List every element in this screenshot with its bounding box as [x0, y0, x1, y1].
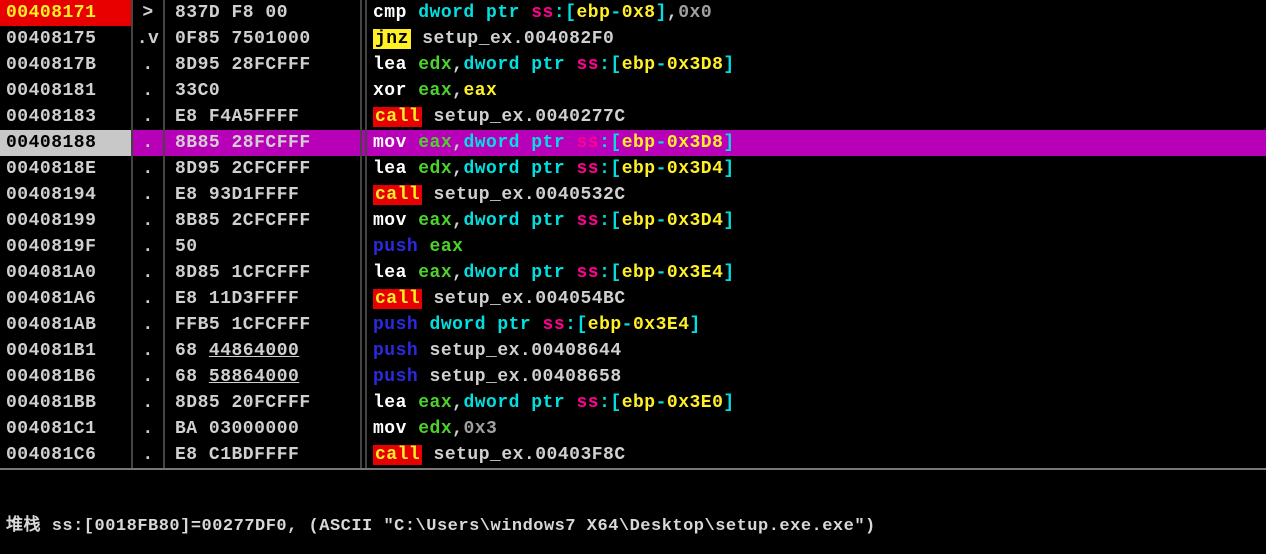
address-cell[interactable]: 00408194 — [0, 182, 133, 208]
bytes-cell[interactable]: 68 58864000 — [165, 364, 362, 390]
asm-cell[interactable]: push eax — [367, 234, 1266, 260]
asm-cell[interactable]: lea eax,dword ptr ss:[ebp-0x3E4] — [367, 260, 1266, 286]
address-cell[interactable]: 004081B6 — [0, 364, 133, 390]
disasm-row[interactable]: 00408199.8B85 2CFCFFFmov eax,dword ptr s… — [0, 208, 1266, 234]
asm-cell[interactable]: push setup_ex.00408658 — [367, 364, 1266, 390]
disasm-row[interactable]: 00408183.E8 F4A5FFFFcall setup_ex.004027… — [0, 104, 1266, 130]
asm-cell[interactable]: call setup_ex.0040532C — [367, 182, 1266, 208]
asm-cell[interactable]: lea eax,dword ptr ss:[ebp-0x3E0] — [367, 390, 1266, 416]
asm-cell[interactable]: lea edx,dword ptr ss:[ebp-0x3D4] — [367, 156, 1266, 182]
marker-cell: . — [133, 130, 165, 156]
asm-cell[interactable]: lea edx,dword ptr ss:[ebp-0x3D8] — [367, 52, 1266, 78]
disasm-row[interactable]: 00408175.v0F85 7501000jnz setup_ex.00408… — [0, 26, 1266, 52]
marker-cell: . — [133, 208, 165, 234]
marker-cell: . — [133, 104, 165, 130]
address-cell[interactable]: 00408183 — [0, 104, 133, 130]
address-cell[interactable]: 0040819F — [0, 234, 133, 260]
asm-cell[interactable]: call setup_ex.004054BC — [367, 286, 1266, 312]
disasm-row[interactable]: 0040819F.50push eax — [0, 234, 1266, 260]
marker-cell: . — [133, 442, 165, 468]
address-cell[interactable]: 00408199 — [0, 208, 133, 234]
asm-cell[interactable]: mov edx,0x3 — [367, 416, 1266, 442]
marker-cell: . — [133, 78, 165, 104]
asm-cell[interactable]: mov eax,dword ptr ss:[ebp-0x3D4] — [367, 208, 1266, 234]
bytes-cell[interactable]: 0F85 7501000 — [165, 26, 362, 52]
disasm-row[interactable]: 00408171>837D F8 00cmp dword ptr ss:[ebp… — [0, 0, 1266, 26]
bytes-cell[interactable]: 8D95 2CFCFFF — [165, 156, 362, 182]
bytes-cell[interactable]: E8 11D3FFFF — [165, 286, 362, 312]
address-cell[interactable]: 004081AB — [0, 312, 133, 338]
bytes-cell[interactable]: 68 44864000 — [165, 338, 362, 364]
marker-cell: > — [133, 0, 165, 26]
disasm-row[interactable]: 004081AB.FFB5 1CFCFFFpush dword ptr ss:[… — [0, 312, 1266, 338]
address-cell[interactable]: 00408175 — [0, 26, 133, 52]
disasm-row[interactable]: 0040818E.8D95 2CFCFFFlea edx,dword ptr s… — [0, 156, 1266, 182]
marker-cell: . — [133, 260, 165, 286]
address-cell[interactable]: 004081A0 — [0, 260, 133, 286]
bytes-cell[interactable]: 33C0 — [165, 78, 362, 104]
marker-cell: . — [133, 364, 165, 390]
address-cell[interactable]: 0040817B — [0, 52, 133, 78]
asm-cell[interactable]: call setup_ex.0040277C — [367, 104, 1266, 130]
asm-cell[interactable]: push dword ptr ss:[ebp-0x3E4] — [367, 312, 1266, 338]
marker-cell: . — [133, 52, 165, 78]
address-cell[interactable]: 004081C1 — [0, 416, 133, 442]
address-cell[interactable]: 004081A6 — [0, 286, 133, 312]
address-cell[interactable]: 00408181 — [0, 78, 133, 104]
marker-cell: .v — [133, 26, 165, 52]
disassembly-pane[interactable]: 00408171>837D F8 00cmp dword ptr ss:[ebp… — [0, 0, 1266, 468]
bytes-cell[interactable]: 50 — [165, 234, 362, 260]
marker-cell: . — [133, 234, 165, 260]
bytes-cell[interactable]: 8D85 20FCFFF — [165, 390, 362, 416]
bytes-cell[interactable]: 8B85 2CFCFFF — [165, 208, 362, 234]
disasm-row[interactable]: 004081C6.E8 C1BDFFFFcall setup_ex.00403F… — [0, 442, 1266, 468]
address-cell[interactable]: 004081B1 — [0, 338, 133, 364]
disasm-row[interactable]: 004081A0.8D85 1CFCFFFlea eax,dword ptr s… — [0, 260, 1266, 286]
bytes-cell[interactable]: 837D F8 00 — [165, 0, 362, 26]
disasm-row[interactable]: 0040817B.8D95 28FCFFFlea edx,dword ptr s… — [0, 52, 1266, 78]
address-cell[interactable]: 00408171 — [0, 0, 133, 26]
disasm-row[interactable]: 00408194.E8 93D1FFFFcall setup_ex.004053… — [0, 182, 1266, 208]
disasm-row[interactable]: 004081A6.E8 11D3FFFFcall setup_ex.004054… — [0, 286, 1266, 312]
status-line-1: 堆栈 ss:[0018FB80]=00277DF0, (ASCII "C:\Us… — [6, 516, 1260, 538]
asm-cell[interactable]: cmp dword ptr ss:[ebp-0x8],0x0 — [367, 0, 1266, 26]
bytes-cell[interactable]: E8 C1BDFFFF — [165, 442, 362, 468]
disasm-row[interactable]: 00408188.8B85 28FCFFFmov eax,dword ptr s… — [0, 130, 1266, 156]
asm-cell[interactable]: push setup_ex.00408644 — [367, 338, 1266, 364]
marker-cell: . — [133, 182, 165, 208]
disasm-row[interactable]: 004081B6.68 58864000push setup_ex.004086… — [0, 364, 1266, 390]
disasm-row[interactable]: 004081B1.68 44864000push setup_ex.004086… — [0, 338, 1266, 364]
bytes-cell[interactable]: E8 F4A5FFFF — [165, 104, 362, 130]
disasm-row[interactable]: 00408181.33C0xor eax,eax — [0, 78, 1266, 104]
marker-cell: . — [133, 312, 165, 338]
bytes-cell[interactable]: BA 03000000 — [165, 416, 362, 442]
address-cell[interactable]: 004081BB — [0, 390, 133, 416]
marker-cell: . — [133, 416, 165, 442]
disasm-row[interactable]: 004081C1.BA 03000000mov edx,0x3 — [0, 416, 1266, 442]
asm-cell[interactable]: xor eax,eax — [367, 78, 1266, 104]
status-pane: 堆栈 ss:[0018FB80]=00277DF0, (ASCII "C:\Us… — [0, 468, 1266, 554]
address-cell[interactable]: 0040818E — [0, 156, 133, 182]
marker-cell: . — [133, 338, 165, 364]
address-cell[interactable]: 00408188 — [0, 130, 133, 156]
asm-cell[interactable]: mov eax,dword ptr ss:[ebp-0x3D8] — [367, 130, 1266, 156]
marker-cell: . — [133, 286, 165, 312]
bytes-cell[interactable]: E8 93D1FFFF — [165, 182, 362, 208]
disasm-row[interactable]: 004081BB.8D85 20FCFFFlea eax,dword ptr s… — [0, 390, 1266, 416]
asm-cell[interactable]: call setup_ex.00403F8C — [367, 442, 1266, 468]
marker-cell: . — [133, 156, 165, 182]
marker-cell: . — [133, 390, 165, 416]
bytes-cell[interactable]: 8B85 28FCFFF — [165, 130, 362, 156]
asm-cell[interactable]: jnz setup_ex.004082F0 — [367, 26, 1266, 52]
bytes-cell[interactable]: FFB5 1CFCFFF — [165, 312, 362, 338]
bytes-cell[interactable]: 8D85 1CFCFFF — [165, 260, 362, 286]
bytes-cell[interactable]: 8D95 28FCFFF — [165, 52, 362, 78]
address-cell[interactable]: 004081C6 — [0, 442, 133, 468]
